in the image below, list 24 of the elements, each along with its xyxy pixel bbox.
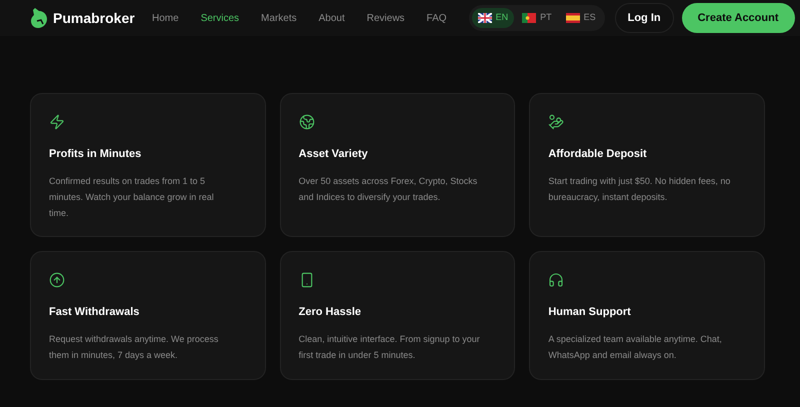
feature-title: Human Support [548,305,632,320]
feature-title: Fast Withdrawals [49,305,140,320]
nav-link[interactable]: Home [152,10,179,26]
nav-link[interactable]: About [318,10,345,26]
feature-description: Start trading with just $50. No hidden fees, no bureaucracy, instant deposits. [548,174,732,204]
nav-link[interactable]: Markets [261,10,297,26]
nav-link[interactable]: FAQ [426,10,447,26]
feature-description: Confirmed results on trades from 1 to 5 minutes. Watch your balance grow in real time. [49,174,215,220]
feature-description: Request withdrawals anytime. We process them in minutes, 7 days a week. [49,332,220,362]
feature-description: Clean, intuitive interface. From signup to your first trade in under 5 minutes. [298,332,481,362]
feature-description: A specialized team available anytime. Chat, WhatsApp and email always on. [548,332,723,362]
feature-title: Asset Variety [298,147,369,162]
feature-title: Affordable Deposit [548,147,648,162]
feature-title: Zero Hassle [298,305,362,320]
brand-name[interactable]: Pumabroker [53,8,135,28]
language-option[interactable]: ES [560,8,602,28]
language-option[interactable]: EN [472,8,514,28]
feature-title: Profits in Minutes [49,147,142,162]
nav-link[interactable]: Services [200,10,240,26]
feature-description: Over 50 assets across Forex, Crypto, Stocks and Indices to diversify your trades. [298,174,478,204]
language-option[interactable]: PT [516,8,558,28]
create-account-button[interactable]: Create Account [682,2,794,34]
nav-link[interactable]: Reviews [366,10,405,26]
login-button[interactable]: Log In [614,2,674,34]
